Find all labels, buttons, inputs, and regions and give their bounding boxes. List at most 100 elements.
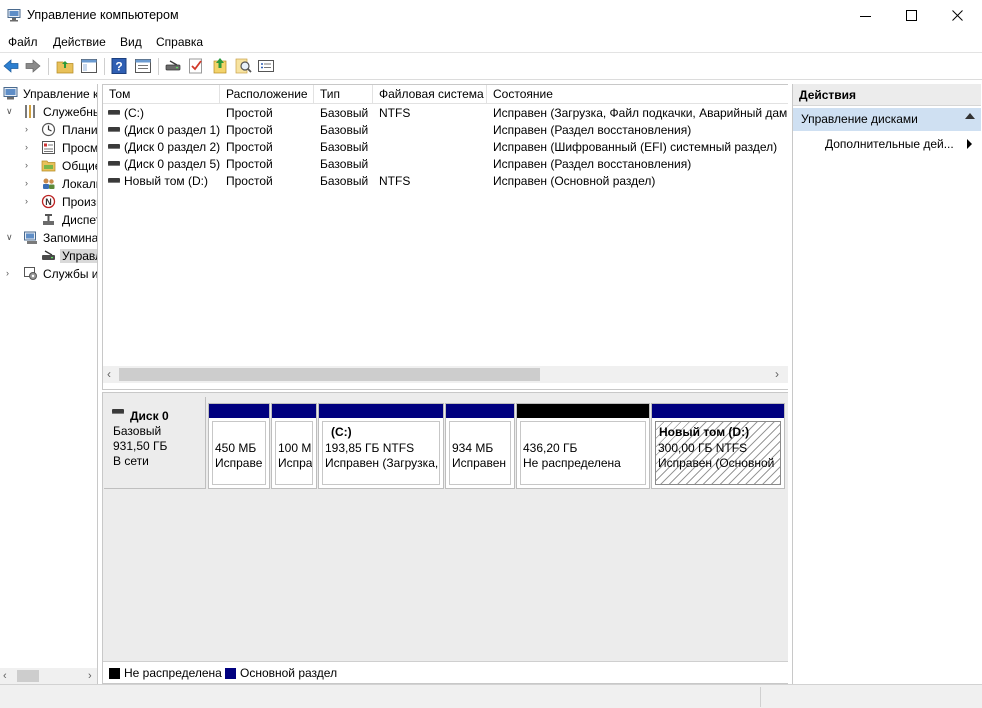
toolbar: ? xyxy=(0,53,982,80)
tree-item-label: Общие xyxy=(62,159,98,173)
tree-item-storage[interactable]: ∨ Запоминающие xyxy=(0,229,97,247)
volume-row[interactable]: (Диск 0 раздел 1) Простой Базовый Исправ… xyxy=(103,122,788,139)
tree-item-device-manager[interactable]: Диспетчер xyxy=(0,211,97,229)
search-icon[interactable] xyxy=(234,57,252,75)
disk-management-icon xyxy=(42,250,55,260)
partition-label: (C:) xyxy=(331,425,352,439)
column-header-status[interactable]: Состояние xyxy=(487,85,788,104)
tree-item-local-users[interactable]: › Локальные xyxy=(0,175,97,193)
partition-block[interactable]: 450 МБ Исправе xyxy=(208,403,270,489)
column-header-type[interactable]: Тип xyxy=(314,85,373,104)
partition-body: 436,20 ГБ Не распределена xyxy=(520,421,646,485)
actions-group-disk-management[interactable]: Управление дисками xyxy=(793,108,981,131)
volume-status: Исправен (Загрузка, Файл подкачки, Авари… xyxy=(493,106,787,120)
scroll-left-icon[interactable]: ‹ xyxy=(3,670,7,682)
disk-icon xyxy=(112,409,124,414)
volume-filesystem: NTFS xyxy=(379,174,411,188)
properties-icon[interactable] xyxy=(134,57,152,75)
partition-size: 436,20 ГБ xyxy=(523,441,578,455)
toolbar-separator xyxy=(104,58,105,75)
volume-icon xyxy=(108,161,120,167)
tools-icon xyxy=(25,105,35,118)
back-icon[interactable] xyxy=(2,57,20,75)
partition-bar xyxy=(652,404,784,418)
forward-icon[interactable] xyxy=(24,57,42,75)
tree-item-performance[interactable]: › N Производ xyxy=(0,193,97,211)
status-bar xyxy=(0,684,982,708)
menu-view[interactable]: Вид xyxy=(120,35,142,49)
list-horizontal-scrollbar[interactable]: ‹ › xyxy=(103,366,788,383)
volume-row[interactable]: (C:) Простой Базовый NTFS Исправен (Загр… xyxy=(103,105,788,122)
volume-layout: Простой xyxy=(226,140,273,154)
partition-block[interactable]: (C:) 193,85 ГБ NTFS Исправен (Загрузка, xyxy=(318,403,444,489)
tree-horizontal-scrollbar[interactable]: ‹ › xyxy=(0,668,97,684)
close-button[interactable] xyxy=(935,0,981,31)
scroll-right-icon[interactable]: › xyxy=(775,367,779,381)
collapsed-arrow-icon[interactable]: › xyxy=(6,267,16,279)
column-header-layout[interactable]: Расположение xyxy=(220,85,314,104)
collapsed-arrow-icon[interactable]: › xyxy=(25,123,35,135)
actions-title: Действия xyxy=(799,88,857,102)
collapsed-arrow-icon[interactable]: › xyxy=(25,159,35,171)
svg-text:?: ? xyxy=(115,60,122,74)
tree-item-services[interactable]: › Службы и xyxy=(0,265,98,283)
tree-item-computer-management[interactable]: Управление к xyxy=(0,85,98,103)
unallocated-partition-block[interactable]: 436,20 ГБ Не распределена xyxy=(516,403,650,489)
partition-block[interactable]: 934 МБ Исправен xyxy=(445,403,515,489)
column-header-volume[interactable]: Том xyxy=(103,85,220,104)
tree-item-label: Управление к xyxy=(23,87,98,101)
tree-item-event-viewer[interactable]: › Просмотр xyxy=(0,139,97,157)
tree-item-task-scheduler[interactable]: › Планировщик xyxy=(0,121,97,139)
collapse-up-icon[interactable] xyxy=(965,113,975,119)
maximize-button[interactable] xyxy=(889,0,935,31)
menu-help[interactable]: Справка xyxy=(156,35,203,49)
collapsed-arrow-icon[interactable]: › xyxy=(25,177,35,189)
tree-item-system-tools[interactable]: ∨ Служебные xyxy=(0,103,97,121)
scroll-thumb[interactable] xyxy=(119,368,540,381)
scroll-left-icon[interactable]: ‹ xyxy=(107,367,111,381)
partition-size: 300,00 ГБ NTFS xyxy=(658,441,748,455)
partition-block[interactable]: 100 М Испра xyxy=(271,403,317,489)
column-header-filesystem[interactable]: Файловая система xyxy=(373,85,487,104)
help-icon[interactable]: ? xyxy=(110,57,128,75)
selected-partition-block[interactable]: Новый том (D:) 300,00 ГБ NTFS Исправен (… xyxy=(651,403,785,489)
tree-item-disk-management[interactable]: Управление дисками xyxy=(0,247,97,265)
minimize-button[interactable] xyxy=(843,0,889,31)
drive-icon[interactable] xyxy=(164,57,182,75)
legend-label-primary: Основной раздел xyxy=(240,666,338,680)
menu-action[interactable]: Действие xyxy=(53,35,106,49)
submenu-arrow-icon[interactable] xyxy=(967,139,972,149)
legend-label-unallocated: Не распределена xyxy=(124,666,222,680)
volume-type: Базовый xyxy=(320,123,369,137)
scroll-right-icon[interactable]: › xyxy=(88,670,92,682)
export-icon[interactable] xyxy=(211,57,229,75)
up-folder-icon[interactable] xyxy=(56,57,74,75)
volume-icon xyxy=(108,110,120,116)
volume-type: Базовый xyxy=(320,174,369,188)
disk-graphical-view: Диск 0 Базовый 931,50 ГБ В сети 450 МБ И… xyxy=(102,392,788,684)
volume-row[interactable]: Новый том (D:) Простой Базовый NTFS Испр… xyxy=(103,173,788,190)
show-hide-tree-icon[interactable] xyxy=(80,57,98,75)
more-actions-item[interactable]: Дополнительные дей... xyxy=(825,137,954,151)
expanded-arrow-icon[interactable]: ∨ xyxy=(6,105,16,117)
tree-item-label: Диспетчер xyxy=(62,213,97,227)
volume-name: Новый том (D:) xyxy=(124,174,208,188)
volume-row[interactable]: (Диск 0 раздел 2) Простой Базовый Исправ… xyxy=(103,139,788,156)
toolbar-separator xyxy=(158,58,159,75)
users-icon xyxy=(43,178,55,189)
scroll-thumb[interactable] xyxy=(17,670,39,682)
menu-file[interactable]: Файл xyxy=(8,35,38,49)
expanded-arrow-icon[interactable]: ∨ xyxy=(6,231,16,243)
partition-status: Исправен (Загрузка, xyxy=(325,456,439,470)
list-icon[interactable] xyxy=(257,57,275,75)
volume-status: Исправен (Раздел восстановления) xyxy=(493,157,692,171)
volume-row[interactable]: (Диск 0 раздел 5) Простой Базовый Исправ… xyxy=(103,156,788,173)
collapsed-arrow-icon[interactable]: › xyxy=(25,141,35,153)
partition-size: 193,85 ГБ NTFS xyxy=(325,441,415,455)
collapsed-arrow-icon[interactable]: › xyxy=(25,195,35,207)
tree-item-label: Службы и xyxy=(43,267,98,281)
disk-info-block[interactable]: Диск 0 Базовый 931,50 ГБ В сети xyxy=(104,397,206,489)
actions-header: Действия xyxy=(793,84,981,106)
check-icon[interactable] xyxy=(187,57,205,75)
tree-item-shared-folders[interactable]: › Общие xyxy=(0,157,98,175)
